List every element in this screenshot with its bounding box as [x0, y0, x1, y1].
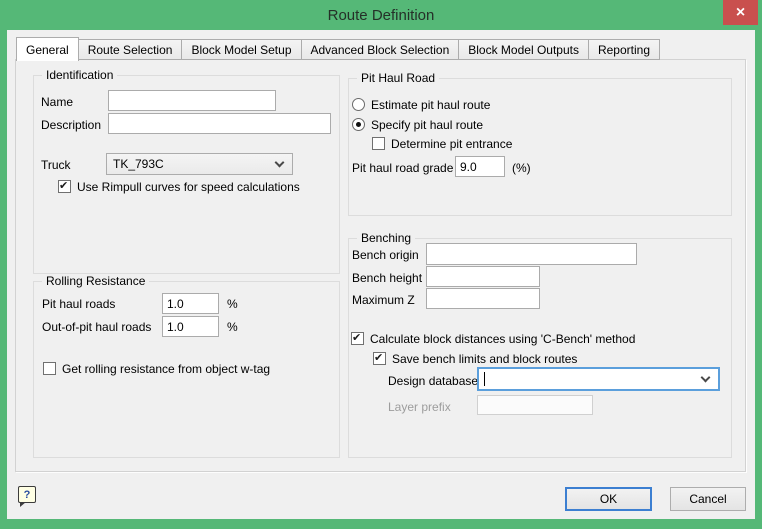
name-label: Name — [41, 95, 73, 109]
truck-select-value: TK_793C — [113, 157, 164, 171]
out-of-pit-input[interactable] — [162, 316, 219, 337]
help-icon: ? — [24, 489, 31, 501]
pit-haul-road-group-title: Pit Haul Road — [357, 71, 439, 85]
out-of-pit-unit: % — [227, 320, 238, 334]
wtag-checkbox-label[interactable]: Get rolling resistance from object w-tag — [62, 362, 270, 376]
tab-block-model-setup[interactable]: Block Model Setup — [182, 39, 301, 60]
tab-route-selection[interactable]: Route Selection — [79, 39, 183, 60]
tab-block-model-setup-label: Block Model Setup — [191, 43, 291, 57]
specify-route-radio-label[interactable]: Specify pit haul route — [371, 118, 483, 132]
cbench-checkbox-label[interactable]: Calculate block distances using 'C-Bench… — [370, 332, 635, 346]
grade-unit: (%) — [512, 161, 531, 175]
determine-entrance-checkbox[interactable] — [372, 137, 385, 150]
layer-prefix-label: Layer prefix — [388, 400, 451, 414]
rimpull-checkbox[interactable] — [58, 180, 71, 193]
pit-haul-roads-input[interactable] — [162, 293, 219, 314]
route-definition-dialog: Route Definition × General Route Selecti… — [0, 0, 762, 529]
tab-strip: General Route Selection Block Model Setu… — [16, 37, 660, 60]
specify-route-radio[interactable] — [352, 118, 365, 131]
tab-advanced-block-selection-label: Advanced Block Selection — [311, 43, 450, 57]
chevron-down-icon — [702, 374, 710, 382]
wtag-checkbox[interactable] — [43, 362, 56, 375]
layer-prefix-input — [477, 395, 593, 415]
description-input[interactable] — [108, 113, 331, 134]
title-bar: Route Definition — [0, 0, 762, 30]
pit-haul-roads-unit: % — [227, 297, 238, 311]
benching-group-title: Benching — [357, 231, 415, 245]
maximum-z-input[interactable] — [426, 288, 540, 309]
cancel-button[interactable]: Cancel — [670, 487, 746, 511]
close-icon: × — [736, 4, 745, 22]
maximum-z-label: Maximum Z — [352, 293, 415, 307]
design-database-label: Design database — [388, 374, 478, 388]
rimpull-checkbox-label[interactable]: Use Rimpull curves for speed calculation… — [77, 180, 300, 194]
out-of-pit-label: Out-of-pit haul roads — [42, 320, 151, 334]
estimate-route-radio-label[interactable]: Estimate pit haul route — [371, 98, 490, 112]
rolling-resistance-group-title: Rolling Resistance — [42, 274, 149, 288]
tab-general-label: General — [26, 43, 69, 57]
save-limits-checkbox-label[interactable]: Save bench limits and block routes — [392, 352, 577, 366]
name-input[interactable] — [108, 90, 276, 111]
truck-select[interactable]: TK_793C — [106, 153, 293, 175]
save-limits-checkbox[interactable] — [373, 352, 386, 365]
cancel-button-label: Cancel — [689, 492, 726, 506]
grade-input[interactable] — [455, 156, 505, 177]
pit-haul-roads-label: Pit haul roads — [42, 297, 115, 311]
determine-entrance-checkbox-label[interactable]: Determine pit entrance — [391, 137, 512, 151]
tab-block-model-outputs-label: Block Model Outputs — [468, 43, 579, 57]
chevron-down-icon — [276, 159, 284, 167]
bench-origin-input[interactable] — [426, 243, 637, 265]
design-database-combobox[interactable] — [477, 367, 720, 391]
identification-group-title: Identification — [42, 68, 117, 82]
grade-label: Pit haul road grade — [352, 161, 453, 175]
tab-advanced-block-selection[interactable]: Advanced Block Selection — [302, 39, 460, 60]
ok-button[interactable]: OK — [565, 487, 652, 511]
tab-reporting[interactable]: Reporting — [589, 39, 660, 60]
truck-label: Truck — [41, 158, 71, 172]
description-label: Description — [41, 118, 101, 132]
bench-height-input[interactable] — [426, 266, 540, 287]
help-button[interactable]: ? — [18, 486, 36, 503]
cbench-checkbox[interactable] — [351, 332, 364, 345]
close-button[interactable]: × — [723, 0, 758, 25]
estimate-route-radio[interactable] — [352, 98, 365, 111]
window-title: Route Definition — [328, 7, 435, 24]
tab-general[interactable]: General — [16, 37, 79, 61]
bench-height-label: Bench height — [352, 271, 422, 285]
tab-block-model-outputs[interactable]: Block Model Outputs — [459, 39, 589, 60]
tab-reporting-label: Reporting — [598, 43, 650, 57]
bench-origin-label: Bench origin — [352, 248, 419, 262]
tab-route-selection-label: Route Selection — [88, 43, 173, 57]
text-cursor — [484, 372, 485, 386]
ok-button-label: OK — [600, 492, 617, 506]
